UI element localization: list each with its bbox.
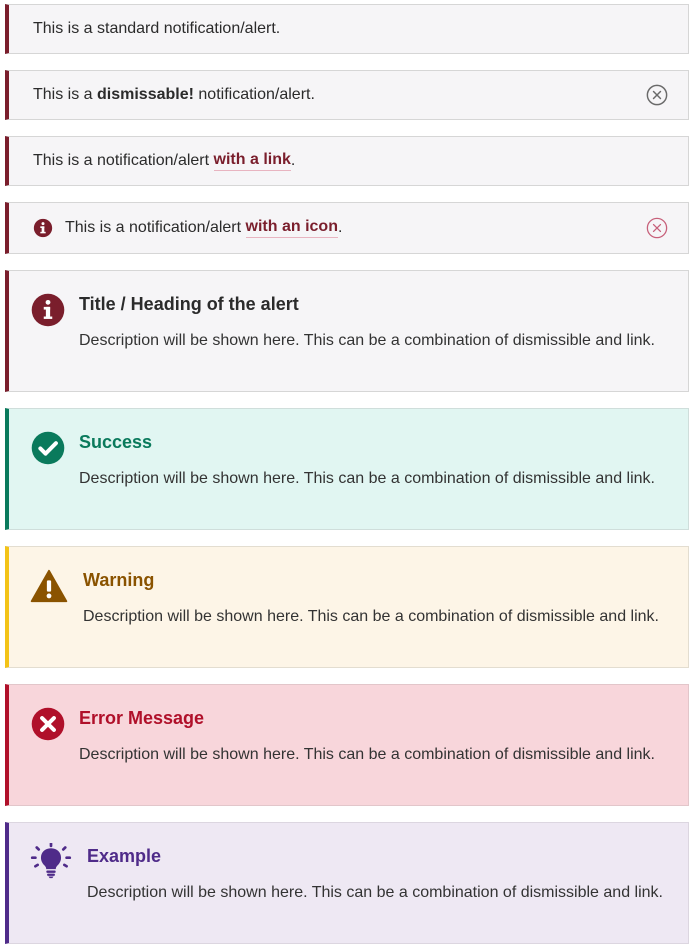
warning-triangle-icon bbox=[30, 569, 68, 603]
close-icon[interactable] bbox=[646, 217, 668, 239]
alert-with-link: This is a notification/alert with a link… bbox=[5, 136, 689, 186]
alert-with-icon: This is a notification/alert with an ico… bbox=[5, 202, 689, 254]
alert-text-before: This is a bbox=[33, 86, 98, 103]
lightbulb-icon bbox=[30, 843, 72, 879]
info-circle-icon bbox=[31, 293, 65, 327]
alert-text-after: notification/alert. bbox=[193, 86, 315, 103]
alert-example: Example Description will be shown here. … bbox=[5, 822, 689, 944]
alert-text-before: This is a notification/alert bbox=[65, 219, 246, 236]
alert-text-bold: dismissable! bbox=[97, 86, 194, 103]
alert-text-before: This is a notification/alert bbox=[33, 152, 214, 169]
x-circle-icon bbox=[31, 707, 65, 741]
alert-description: Description will be shown here. This can… bbox=[87, 884, 663, 901]
alert-title: Title / Heading of the alert bbox=[79, 294, 299, 314]
alert-description: Description will be shown here. This can… bbox=[83, 608, 659, 625]
alert-title: Success bbox=[79, 432, 153, 452]
alerts-page: This is a standard notification/alert. T… bbox=[0, 0, 699, 949]
alert-link[interactable]: with a link bbox=[213, 151, 291, 171]
alert-standard: This is a standard notification/alert. bbox=[5, 4, 689, 54]
alert-description: Description will be shown here. This can… bbox=[79, 332, 655, 349]
alert-link[interactable]: with an icon bbox=[245, 218, 338, 238]
alert-text-after: . bbox=[290, 152, 296, 169]
alert-title: Example bbox=[87, 846, 162, 866]
info-circle-icon bbox=[33, 218, 53, 238]
alert-text: This is a dismissable! notification/aler… bbox=[33, 71, 315, 119]
alert-description: Description will be shown here. This can… bbox=[79, 746, 655, 763]
alert-success: Success Description will be shown here. … bbox=[5, 408, 689, 530]
alert-dismissable: This is a dismissable! notification/aler… bbox=[5, 70, 689, 120]
alert-title: Warning bbox=[83, 570, 155, 590]
alert-titled-default: Title / Heading of the alert Description… bbox=[5, 270, 689, 392]
alert-text: This is a notification/alert with a link… bbox=[33, 137, 295, 185]
alert-text: This is a notification/alert with an ico… bbox=[65, 203, 342, 253]
alert-title: Error Message bbox=[79, 708, 205, 728]
close-icon[interactable] bbox=[646, 84, 668, 106]
alert-description: Description will be shown here. This can… bbox=[79, 470, 655, 487]
alert-text: This is a standard notification/alert. bbox=[33, 20, 281, 37]
alert-warning: Warning Description will be shown here. … bbox=[5, 546, 689, 668]
alert-error: Error Message Description will be shown … bbox=[5, 684, 689, 806]
alert-text-after: . bbox=[337, 219, 343, 236]
check-circle-icon bbox=[31, 431, 65, 465]
